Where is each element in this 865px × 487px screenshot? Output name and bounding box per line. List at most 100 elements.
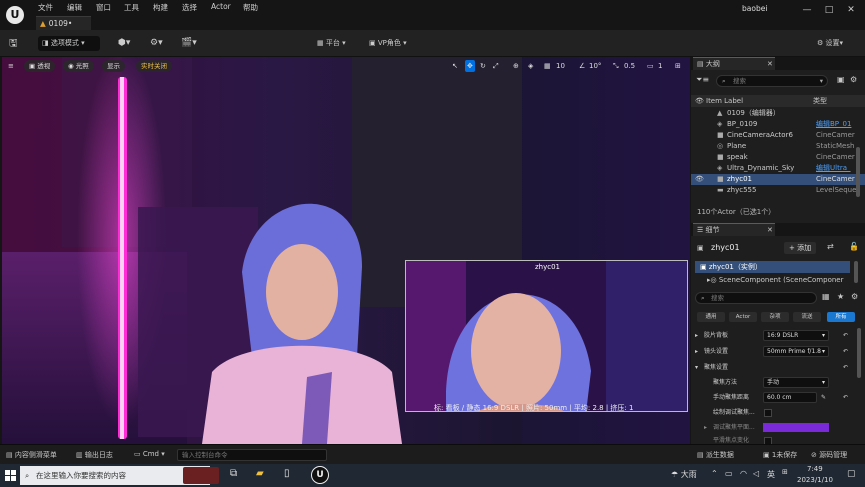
details-settings-icon[interactable]: ⚙	[851, 292, 858, 301]
details-scrollbar[interactable]	[857, 328, 861, 378]
output-log-button[interactable]: ▥ 输出日志	[76, 450, 113, 460]
cinematics-icon[interactable]: 🎬▾	[181, 36, 197, 51]
angle-snap-value[interactable]: 10°	[589, 60, 601, 72]
wifi-icon[interactable]: ◠	[740, 469, 747, 478]
world-space-icon[interactable]: ⊕	[513, 60, 519, 72]
settings-dropdown[interactable]: ⚙ 设置▾	[817, 36, 843, 51]
translate-icon[interactable]: ✥	[465, 60, 475, 72]
add-actor-icon[interactable]: ⬢▾	[118, 36, 130, 51]
outliner-row-selected[interactable]: 👁 ■ zhyc01 CineCamer	[691, 174, 865, 185]
notepad-icon[interactable]: ▯	[284, 468, 290, 479]
outliner-row[interactable]: ◈ Ultra_Dynamic_Sky 编辑Ultra_	[691, 163, 865, 174]
unsaved-button[interactable]: ▣ 1未保存	[763, 450, 797, 460]
scale-icon[interactable]: ⤢	[493, 60, 499, 72]
menu-select[interactable]: 选择	[182, 2, 197, 13]
platform-dropdown[interactable]: ▦ 平台 ▾	[317, 36, 346, 51]
visibility-eye-icon[interactable]: 👁	[695, 174, 704, 185]
outliner-row[interactable]: ■ CineCameraActor6 CineCamer	[691, 130, 865, 141]
row-type-link[interactable]: 编辑BP_01	[816, 119, 861, 130]
component-row[interactable]: ▸◎ SceneComponent (SceneComponer	[695, 274, 850, 286]
tray-chevron-icon[interactable]: ⌃	[711, 469, 718, 478]
taskbar-search-input[interactable]: ⌕ 在这里输入你要搜索的内容	[20, 466, 210, 485]
smooth-focus-checkbox[interactable]	[764, 437, 772, 444]
weather-widget[interactable]: ☂ 大雨	[671, 469, 697, 480]
network-icon[interactable]: ▭	[725, 469, 733, 478]
realtime-off-badge[interactable]: 实时关闭	[136, 60, 172, 72]
maximize-viewport-icon[interactable]: ⊞	[675, 60, 681, 72]
filter-all[interactable]: 所有	[827, 312, 855, 322]
maximize-button[interactable]: □	[819, 3, 839, 17]
level-viewport[interactable]: ≡ ▣ 透视 ◉ 光照 显示 实时关闭 ↖ ✥ ↻ ⤢ ⊕ ◈ ▦ 10 ∠ 1…	[2, 57, 690, 444]
cmd-dropdown[interactable]: ▭ Cmd ▾	[134, 450, 165, 458]
row-type-link[interactable]: 编辑Ultra_	[816, 163, 861, 174]
outliner-scrollbar[interactable]	[856, 147, 860, 197]
outliner-row[interactable]: ▲ 0109（编辑器）	[691, 108, 865, 119]
lighting-button[interactable]: ◉ 光照	[63, 60, 94, 72]
camera-speed-icon[interactable]: ▭	[647, 60, 654, 72]
expand-arrow-icon[interactable]: ▸	[695, 328, 698, 343]
outliner-row[interactable]: ■ speak CineCamer	[691, 152, 865, 163]
input-method-icon[interactable]: ⊞	[782, 468, 788, 476]
unreal-taskbar-icon[interactable]: U	[311, 466, 329, 484]
minimize-button[interactable]: —	[797, 3, 817, 17]
add-component-button[interactable]: + 添加	[784, 242, 817, 254]
details-tab[interactable]: ☰ 细节 ✕	[693, 223, 775, 236]
derived-data-button[interactable]: ▤ 派生数据	[697, 450, 734, 460]
debug-focus-checkbox[interactable]	[764, 409, 772, 417]
scale-snap-icon[interactable]: ⤡	[613, 60, 619, 72]
col-item-label[interactable]: Item Label	[706, 95, 743, 107]
favorite-star-icon[interactable]: ★	[837, 292, 844, 301]
outliner-tab[interactable]: ▤ 大纲 ✕	[693, 57, 775, 70]
menu-actor[interactable]: Actor	[211, 2, 231, 11]
filter-misc[interactable]: 杂项	[761, 312, 789, 322]
scale-snap-value[interactable]: 0.5	[624, 60, 635, 72]
show-button[interactable]: 显示	[102, 60, 125, 72]
project-tab[interactable]: ▲ 0109•	[36, 16, 91, 30]
ime-indicator[interactable]: 英	[767, 469, 775, 480]
outliner-row[interactable]: ▬ zhyc555 LevelSeque	[691, 185, 865, 196]
filter-general[interactable]: 通用	[697, 312, 725, 322]
search-dropdown-icon[interactable]: ▾	[820, 76, 823, 86]
outliner-settings-icon[interactable]: ⚙	[850, 75, 857, 84]
property-matrix-icon[interactable]: ▦	[822, 292, 830, 301]
menu-edit[interactable]: 编辑	[67, 2, 82, 13]
filmback-dropdown[interactable]: 16:9 DSLR ▾	[763, 330, 829, 341]
rotate-icon[interactable]: ↻	[480, 60, 486, 72]
menu-tools[interactable]: 工具	[124, 2, 139, 13]
taskbar-search-banner[interactable]	[183, 467, 219, 484]
console-input[interactable]: 输入控制台命令	[177, 449, 327, 461]
grid-snap-value[interactable]: 10	[556, 60, 565, 72]
blueprint-convert-icon[interactable]: ⇄	[827, 242, 834, 251]
content-drawer-button[interactable]: ▤ 内容侧滑菜单	[6, 450, 57, 460]
outliner-row[interactable]: ◈ BP_0109 编辑BP_01	[691, 119, 865, 130]
camera-speed-value[interactable]: 1	[658, 60, 662, 72]
focus-distance-input[interactable]: 60.0 cm	[763, 392, 817, 403]
details-search-input[interactable]: ⌕ 搜索	[695, 292, 817, 304]
close-button[interactable]: ✕	[841, 3, 861, 17]
menu-help[interactable]: 帮助	[243, 2, 258, 13]
volume-icon[interactable]: ◁	[753, 469, 759, 478]
focus-method-dropdown[interactable]: 手动 ▾	[763, 377, 829, 388]
filter-streaming[interactable]: 流送	[793, 312, 821, 322]
instance-row[interactable]: ▣ zhyc01（实例）	[695, 261, 850, 273]
angle-snap-icon[interactable]: ∠	[579, 60, 585, 72]
clock-time[interactable]: 7:49	[807, 465, 823, 473]
debug-focus-color-swatch[interactable]	[763, 423, 829, 432]
viewport-menu-icon[interactable]: ≡	[8, 60, 14, 72]
outliner-row[interactable]: ◎ Plane StaticMesh	[691, 141, 865, 152]
lens-dropdown[interactable]: 50mm Prime f/1.8 ▾	[763, 346, 829, 357]
reset-icon[interactable]: ↶	[843, 328, 848, 343]
collapse-arrow-icon[interactable]: ▾	[695, 360, 698, 375]
source-control-button[interactable]: ⊘ 源码管理	[811, 450, 847, 460]
close-tab-icon[interactable]: ✕	[767, 58, 773, 70]
col-type[interactable]: 类型	[813, 95, 827, 107]
eyedropper-icon[interactable]: ✎	[821, 390, 826, 405]
notification-icon[interactable]: ▢	[847, 469, 856, 479]
add-folder-icon[interactable]: ▣	[837, 75, 845, 84]
windows-start-icon[interactable]	[5, 470, 16, 481]
clock-date[interactable]: 2023/1/10	[797, 476, 833, 484]
expand-arrow-icon[interactable]: ▸	[695, 344, 698, 359]
file-explorer-icon[interactable]: ▰	[256, 468, 264, 479]
reset-icon[interactable]: ↶	[843, 344, 848, 359]
task-view-icon[interactable]: ⧉	[230, 468, 237, 479]
